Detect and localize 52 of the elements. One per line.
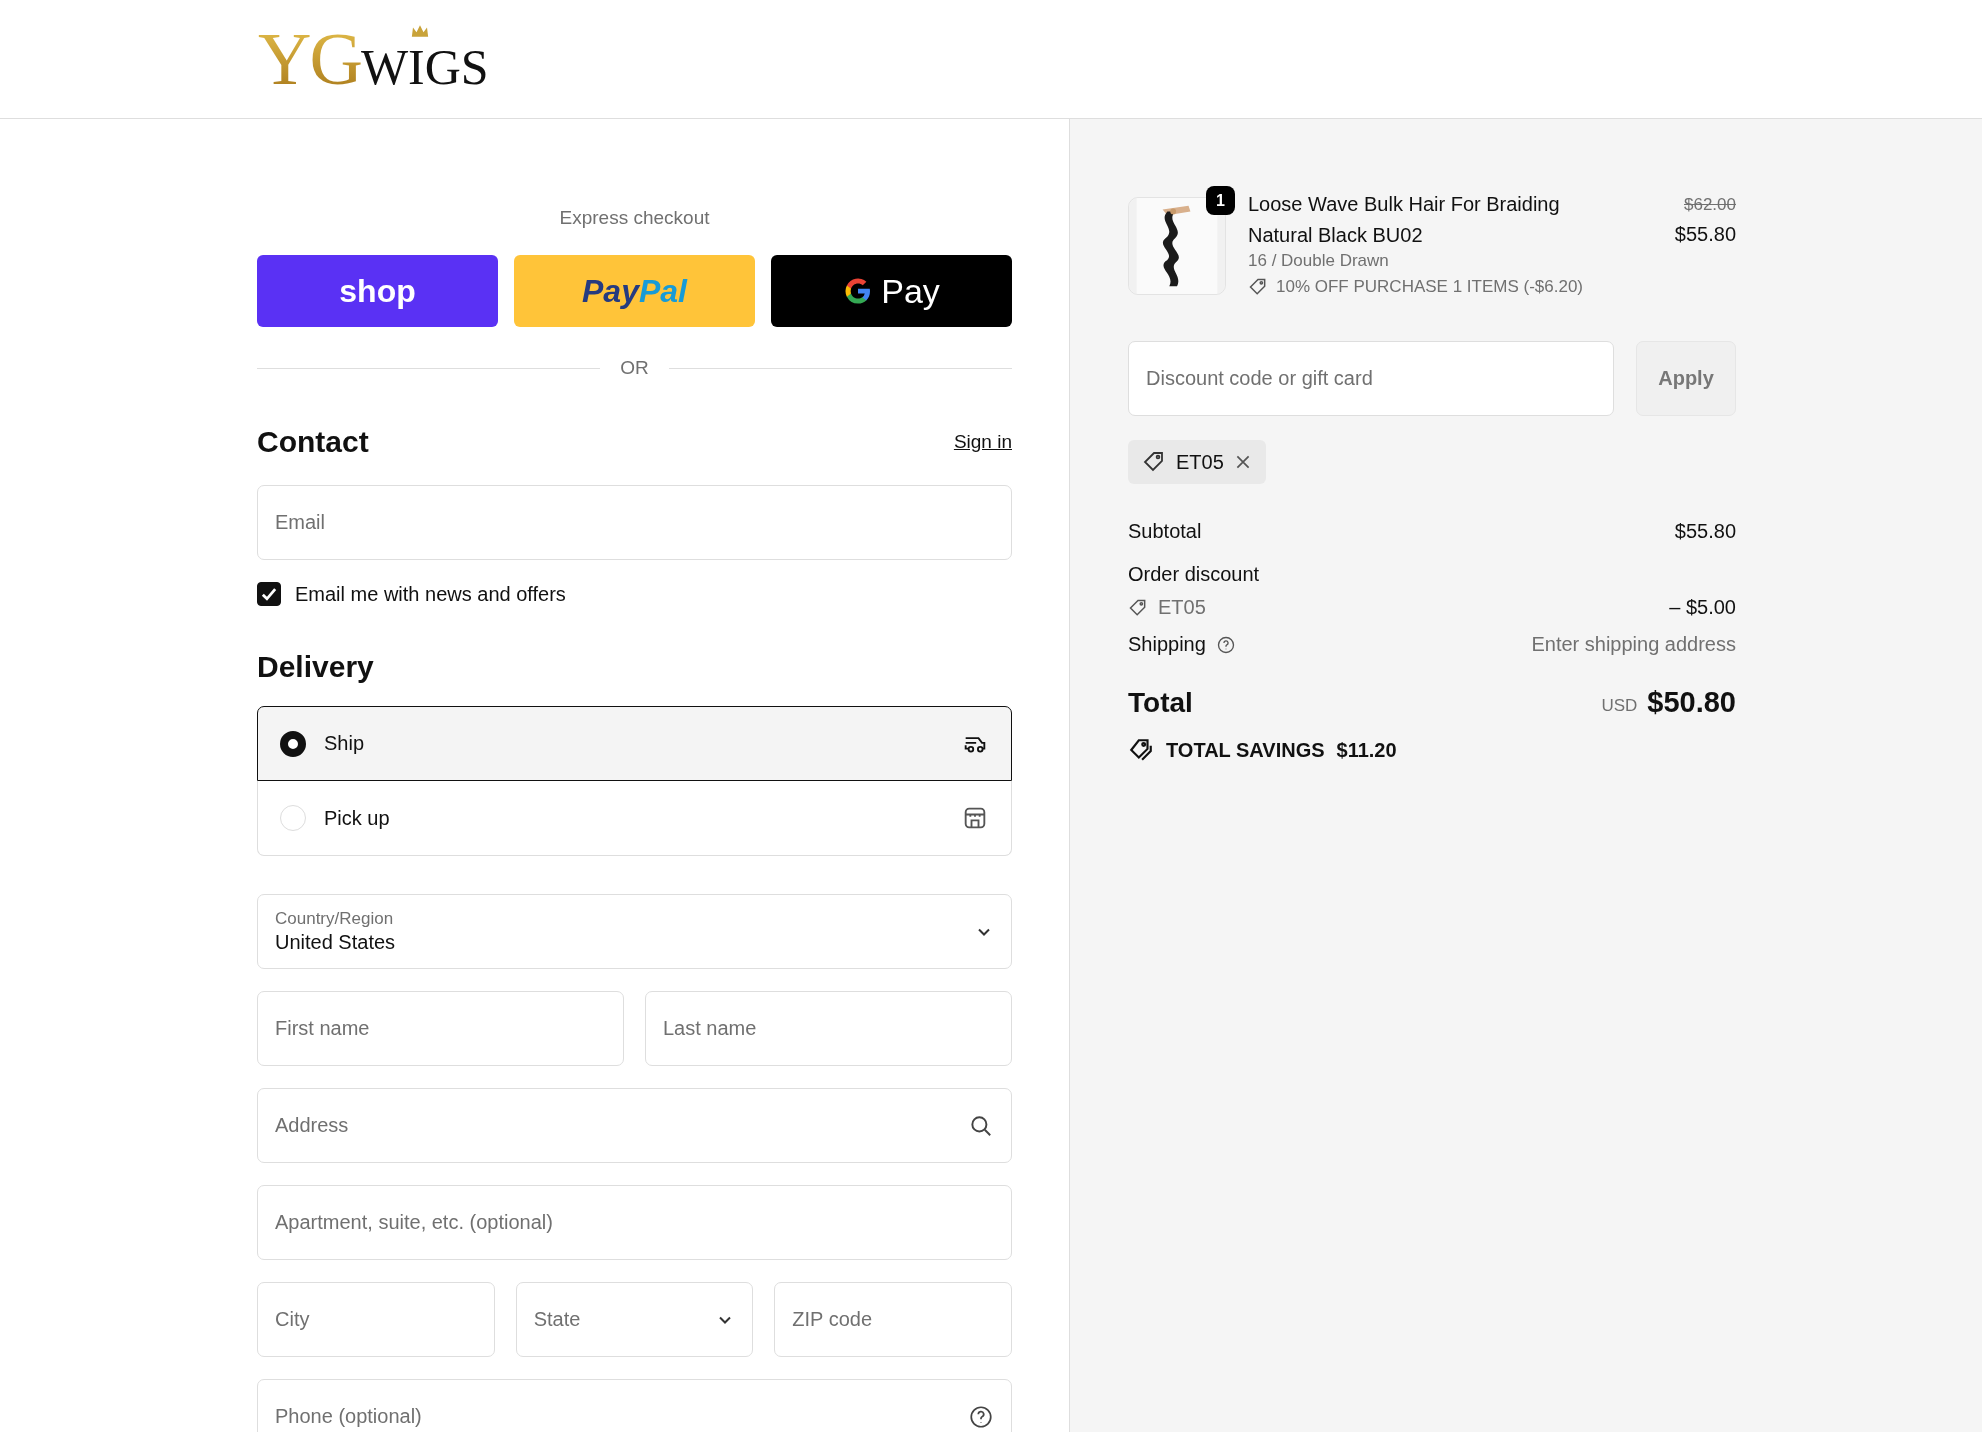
express-checkout-title: Express checkout: [559, 207, 710, 229]
state-select[interactable]: State: [515, 1282, 754, 1357]
delivery-option[interactable]: Ship: [257, 706, 1012, 781]
discount-code: ET05: [1176, 450, 1224, 474]
order-discount-label: Order discount: [1128, 563, 1260, 586]
tag-icon: [1142, 450, 1166, 474]
discount-label: 10% OFF PURCHASE 1 ITEMS (-$6.20): [1276, 277, 1584, 297]
delivery-option[interactable]: Pick up: [257, 781, 1012, 856]
price: $55.80: [1674, 223, 1736, 246]
discount-value: – $5.00: [1669, 596, 1736, 619]
savings-label: TOTAL SAVINGS: [1166, 738, 1325, 762]
total-value: $50.80: [1647, 686, 1736, 719]
country-select[interactable]: Country/Region United States: [257, 894, 1012, 969]
radio-button[interactable]: [280, 730, 306, 757]
search-icon: [968, 1113, 994, 1139]
phone-field[interactable]: Phone (optional): [257, 1379, 1012, 1432]
product-variant: 16 / Double Drawn: [1248, 251, 1390, 271]
currency-code: USD: [1601, 695, 1638, 716]
quantity-badge: 1: [1206, 186, 1235, 215]
help-icon: [968, 1404, 994, 1430]
google-pay-button[interactable]: Pay: [771, 255, 1012, 327]
last-name-field[interactable]: Last name: [645, 991, 1012, 1066]
discount-code-field[interactable]: Discount code or gift card: [1128, 341, 1614, 416]
paypal-button[interactable]: PayPal: [514, 255, 755, 327]
subtotal-label: Subtotal: [1128, 520, 1202, 543]
tag-icon: [1248, 277, 1268, 297]
original-price: $62.00: [1684, 195, 1736, 215]
shop-pay-button[interactable]: shop: [257, 255, 498, 327]
shipping-label: Shipping: [1128, 633, 1206, 656]
address-field[interactable]: Address: [257, 1088, 1012, 1163]
sign-in-link[interactable]: Sign in: [953, 431, 1012, 453]
or-separator: OR: [620, 357, 649, 379]
savings-value: $11.20: [1336, 738, 1397, 762]
section-heading: Contact: [257, 425, 369, 459]
zip-code-field[interactable]: ZIP code: [774, 1282, 1012, 1357]
apartment-field[interactable]: Apartment, suite, etc. (optional): [257, 1185, 1012, 1260]
help-icon[interactable]: [1215, 634, 1236, 655]
product-title: Loose Wave Bulk Hair For Braiding Natural Black BU02: [1248, 192, 1561, 248]
section-heading: Delivery: [257, 650, 375, 684]
city-field[interactable]: City: [257, 1282, 495, 1357]
apply-button[interactable]: Apply: [1636, 341, 1736, 416]
checkbox[interactable]: [257, 582, 281, 606]
checkbox-label: Email me with news and offers: [295, 582, 566, 606]
subtotal-value: $55.80: [1674, 520, 1736, 543]
store-logo[interactable]: YGWIGS: [258, 22, 489, 96]
first-name-field[interactable]: First name: [257, 991, 624, 1066]
shipping-value: Enter shipping address: [1531, 633, 1736, 656]
tag-icon: [1128, 597, 1148, 618]
tags-icon: [1128, 737, 1154, 763]
total-label: Total: [1128, 686, 1193, 719]
discount-code: ET05: [1158, 596, 1206, 619]
email-field[interactable]: Email: [257, 485, 1012, 560]
